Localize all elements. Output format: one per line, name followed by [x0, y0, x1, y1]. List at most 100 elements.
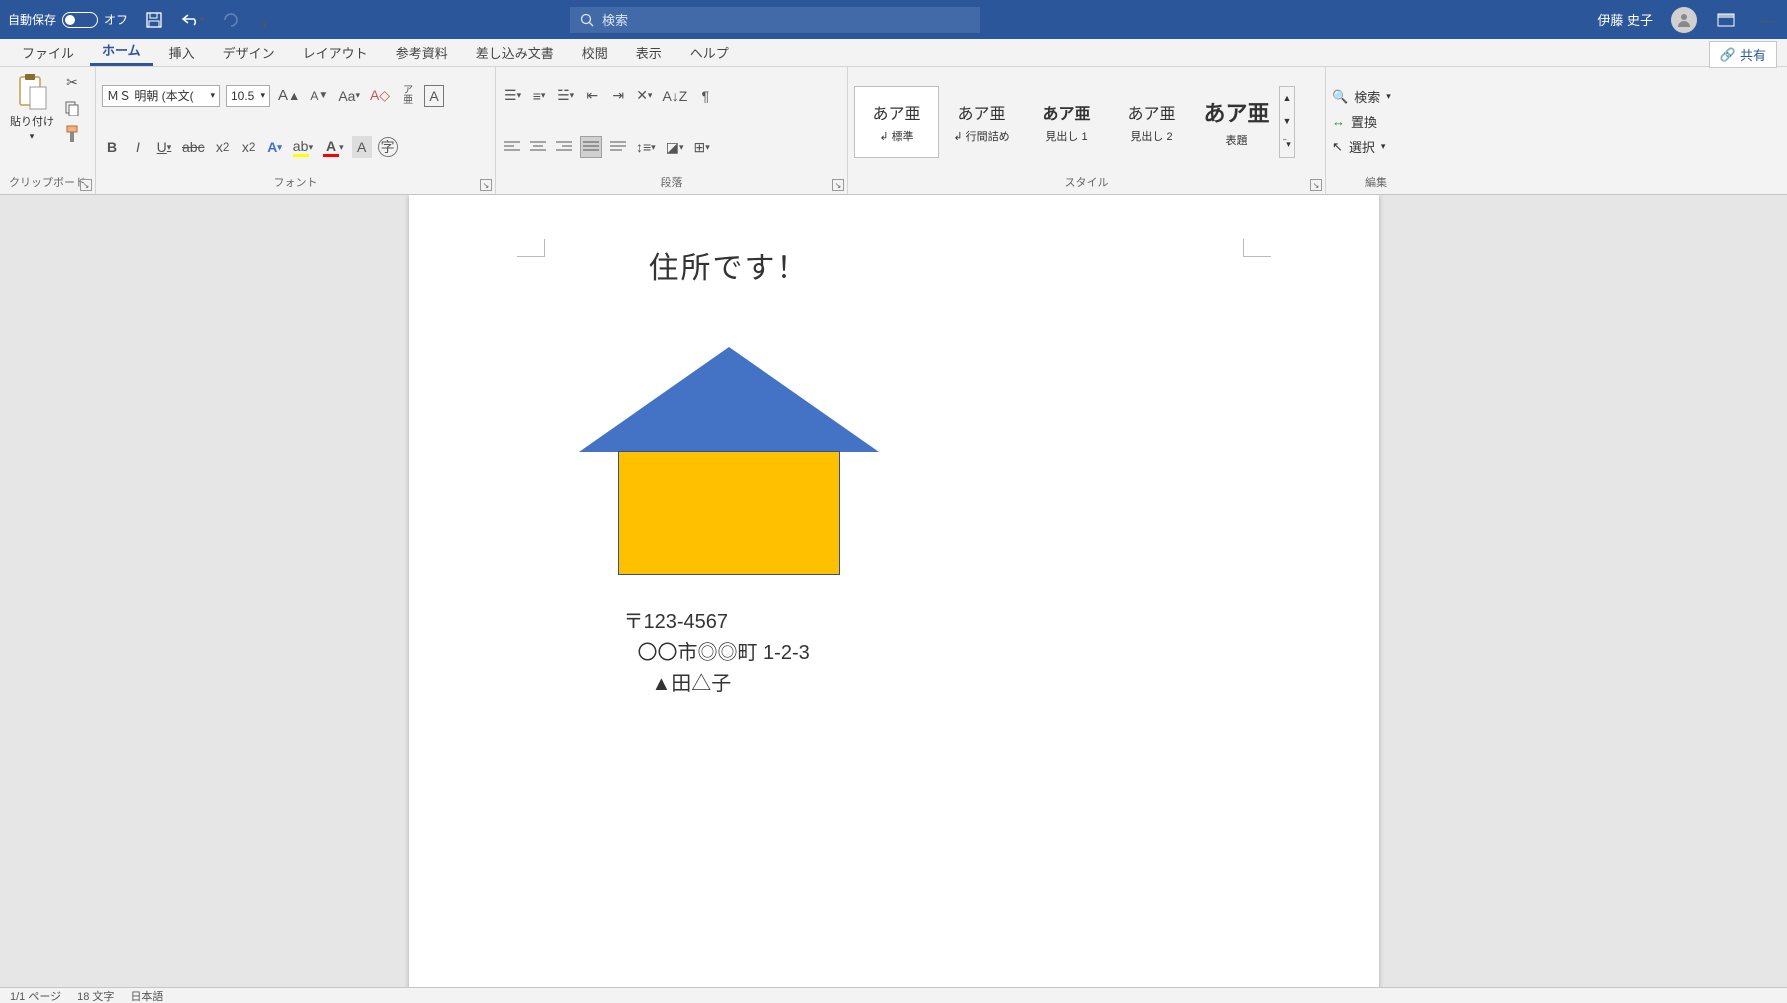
find-icon: 🔍 — [1332, 89, 1348, 105]
strikethrough-button[interactable]: abc — [180, 136, 207, 158]
styles-dialog-icon[interactable]: ↘ — [1310, 179, 1322, 191]
style-more-icon[interactable]: ‾▾ — [1280, 133, 1294, 156]
title-right: 伊藤 史子 — — [1597, 7, 1779, 33]
decrease-indent-icon[interactable]: ⇤ — [582, 85, 602, 107]
select-button[interactable]: ↖選択▾ — [1332, 137, 1420, 156]
tab-help[interactable]: ヘルプ — [678, 39, 741, 66]
quick-access-toolbar: ▾ ‾▾ — [144, 9, 275, 31]
line-spacing-icon[interactable]: ↕≡▾ — [634, 136, 658, 158]
margin-mark-tr — [1243, 239, 1271, 257]
tab-insert[interactable]: 挿入 — [157, 39, 207, 66]
align-justify-icon[interactable] — [580, 136, 602, 158]
align-center-icon[interactable] — [528, 136, 548, 158]
phonetic-guide-icon[interactable]: ア亜 — [398, 85, 418, 107]
show-marks-icon[interactable]: ¶ — [695, 85, 715, 107]
document-area[interactable]: 住所です！ 〒123-4567 〇〇市◎◎町 1-2-3 ▲田△子 — [0, 195, 1787, 987]
doc-heading[interactable]: 住所です！ — [649, 243, 1269, 287]
tab-mailings[interactable]: 差し込み文書 — [464, 39, 566, 66]
style-up-icon[interactable]: ▲ — [1280, 87, 1294, 110]
roof-triangle[interactable] — [579, 347, 879, 452]
distribute-icon[interactable] — [608, 136, 628, 158]
shading-icon[interactable]: ◪▾ — [664, 136, 686, 158]
toggle-switch[interactable] — [62, 12, 98, 28]
increase-indent-icon[interactable]: ⇥ — [608, 85, 628, 107]
group-label-clipboard: クリップボード — [6, 172, 89, 192]
numbering-icon[interactable]: ≡▾ — [529, 85, 549, 107]
undo-icon[interactable]: ▾ — [178, 9, 207, 31]
tab-design[interactable]: デザイン — [211, 39, 287, 66]
city-line: 〇〇市◎◎町 1-2-3 — [638, 638, 1269, 669]
font-color-icon[interactable]: A▾ — [321, 136, 346, 158]
autosave-toggle[interactable]: 自動保存 オフ — [8, 11, 128, 28]
format-painter-icon[interactable] — [62, 123, 82, 145]
tab-references[interactable]: 参考資料 — [384, 39, 460, 66]
highlight-color-icon[interactable]: ab▾ — [291, 136, 316, 158]
clipboard-dialog-icon[interactable]: ↘ — [80, 179, 92, 191]
asian-layout-icon[interactable]: ✕▾ — [634, 85, 654, 107]
borders-icon[interactable]: ⊞▾ — [691, 136, 711, 158]
style-heading2[interactable]: あア亜見出し 2 — [1109, 86, 1194, 158]
bold-button[interactable]: B — [102, 136, 122, 158]
bullets-icon[interactable]: ☰▾ — [502, 85, 523, 107]
subscript-button[interactable]: x2 — [213, 136, 233, 158]
style-nospacing[interactable]: あア亜↲ 行間詰め — [939, 86, 1024, 158]
autosave-label: 自動保存 — [8, 11, 56, 28]
address-block[interactable]: 〒123-4567 〇〇市◎◎町 1-2-3 ▲田△子 — [624, 607, 1269, 700]
underline-button[interactable]: U▾ — [154, 136, 174, 158]
paste-button[interactable]: 貼り付け ▾ — [6, 71, 58, 172]
minimize-icon[interactable]: — — [1755, 9, 1779, 31]
text-effects-icon[interactable]: A▾ — [265, 136, 285, 158]
share-icon: 🔗 — [1720, 47, 1736, 63]
italic-button[interactable]: I — [128, 136, 148, 158]
grow-font-icon[interactable]: A▲ — [276, 85, 302, 107]
font-name-combo[interactable]: ＭＳ 明朝 (本文(▾ — [102, 85, 220, 107]
style-gallery: あア亜↲ 標準 あア亜↲ 行間詰め あア亜見出し 1 あア亜見出し 2 あア亜表… — [854, 86, 1295, 158]
char-shading-icon[interactable]: A — [352, 136, 372, 158]
qat-more-icon[interactable]: ‾▾ — [255, 9, 275, 31]
group-label-editing: 編集 — [1332, 172, 1420, 192]
house-body-rect[interactable] — [618, 451, 840, 575]
paste-label: 貼り付け — [10, 113, 54, 129]
tab-review[interactable]: 校閲 — [570, 39, 620, 66]
superscript-button[interactable]: x2 — [239, 136, 259, 158]
font-dialog-icon[interactable]: ↘ — [480, 179, 492, 191]
status-page[interactable]: 1/1 ページ — [10, 988, 61, 1003]
clear-formatting-icon[interactable]: A◇ — [368, 85, 392, 107]
copy-icon[interactable] — [62, 97, 82, 119]
status-words[interactable]: 18 文字 — [77, 988, 114, 1003]
tab-home[interactable]: ホーム — [90, 36, 153, 66]
align-right-icon[interactable] — [554, 136, 574, 158]
align-left-icon[interactable] — [502, 136, 522, 158]
status-lang[interactable]: 日本語 — [130, 988, 163, 1003]
font-size-combo[interactable]: 10.5▾ — [226, 85, 270, 107]
search-box[interactable]: 検索 — [570, 7, 980, 33]
ribbon: 貼り付け ▾ ✂ クリップボード ↘ ＭＳ 明朝 (本文(▾ 10.5▾ A▲ … — [0, 67, 1787, 195]
tab-view[interactable]: 表示 — [624, 39, 674, 66]
tab-layout[interactable]: レイアウト — [291, 39, 380, 66]
style-down-icon[interactable]: ▼ — [1280, 110, 1294, 133]
style-heading1[interactable]: あア亜見出し 1 — [1024, 86, 1109, 158]
style-scroll[interactable]: ▲▼‾▾ — [1279, 86, 1295, 158]
style-title[interactable]: あア亜表題 — [1194, 86, 1279, 158]
share-button[interactable]: 🔗 共有 — [1709, 41, 1777, 68]
replace-button[interactable]: ↔置換 — [1332, 112, 1420, 131]
ribbon-tabs: ファイル ホーム 挿入 デザイン レイアウト 参考資料 差し込み文書 校閲 表示… — [0, 39, 1787, 67]
style-normal[interactable]: あア亜↲ 標準 — [854, 86, 939, 158]
paragraph-dialog-icon[interactable]: ↘ — [832, 179, 844, 191]
group-label-font: フォント — [102, 172, 489, 192]
group-paragraph: ☰▾ ≡▾ ☱▾ ⇤ ⇥ ✕▾ A↓Z ¶ ↕≡▾ ◪▾ ⊞▾ 段落 ↘ — [496, 67, 848, 194]
sort-icon[interactable]: A↓Z — [660, 85, 689, 107]
cut-icon[interactable]: ✂ — [62, 71, 82, 93]
char-border-icon[interactable]: A — [424, 85, 444, 107]
enclose-char-icon[interactable]: 字 — [378, 137, 398, 157]
tab-file[interactable]: ファイル — [10, 39, 86, 66]
shrink-font-icon[interactable]: A▼ — [308, 85, 330, 107]
group-font: ＭＳ 明朝 (本文(▾ 10.5▾ A▲ A▼ Aa▾ A◇ ア亜 A B I … — [96, 67, 496, 194]
multilevel-list-icon[interactable]: ☱▾ — [555, 85, 576, 107]
find-button[interactable]: 🔍検索▾ — [1332, 87, 1420, 106]
user-avatar-icon[interactable] — [1671, 7, 1697, 33]
house-shape[interactable] — [579, 347, 879, 577]
ribbon-mode-icon[interactable] — [1715, 9, 1737, 31]
save-icon[interactable] — [144, 9, 164, 31]
change-case-icon[interactable]: Aa▾ — [336, 85, 362, 107]
